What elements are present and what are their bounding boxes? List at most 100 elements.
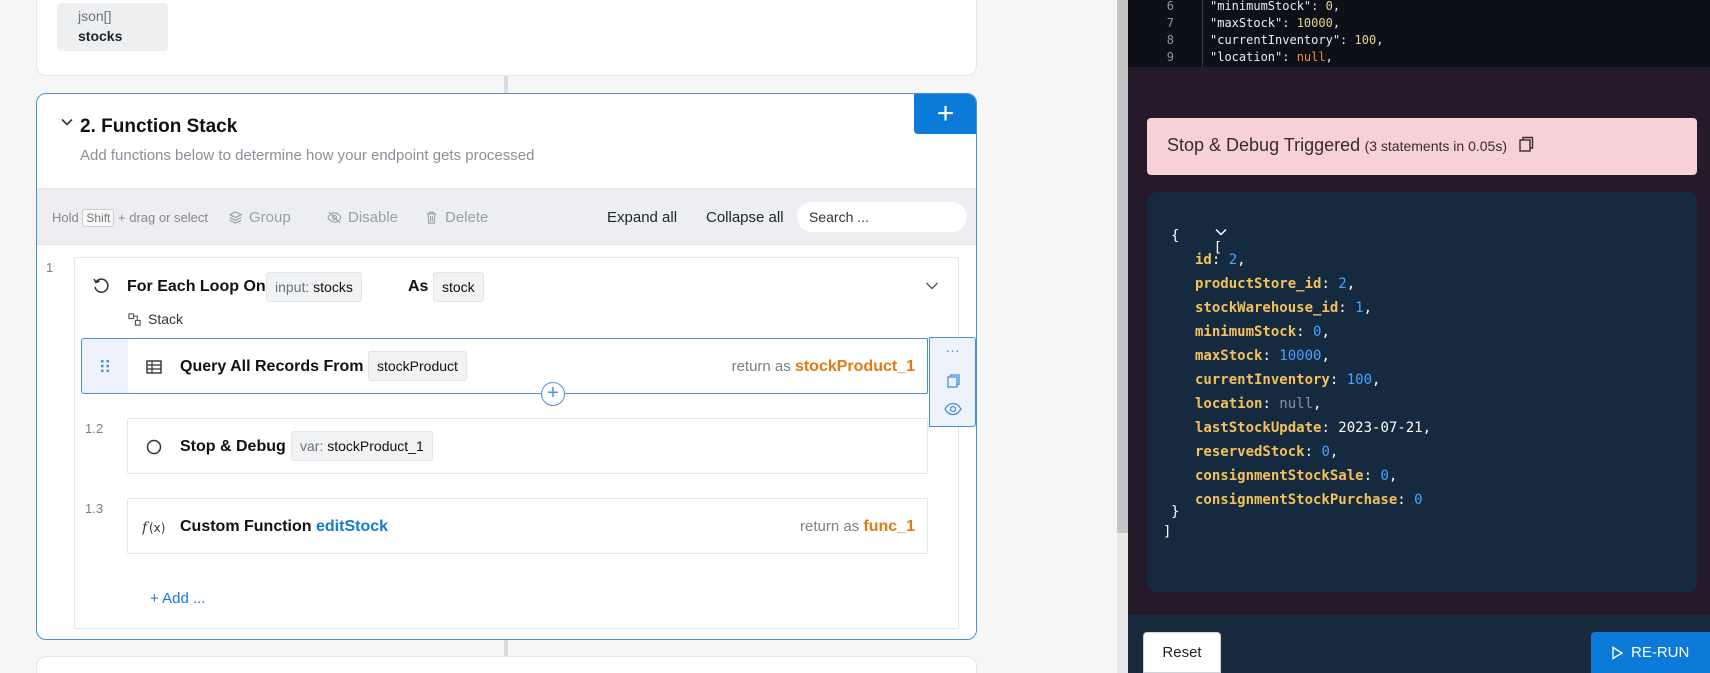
debugger-pane: 6 "minimumStock": 0, 7 "maxStock": 10000, 8 "… xyxy=(1128,0,1710,673)
json-value: 10000 xyxy=(1279,348,1322,364)
section-title: 2. Function Stack xyxy=(80,116,238,137)
step-title: Stop & Debug xyxy=(180,438,286,455)
code-text: "location": null, xyxy=(1210,50,1333,64)
loop-as-label: As xyxy=(408,278,429,295)
json-key: consignmentStockPurchase xyxy=(1195,492,1398,508)
for-each-loop-card[interactable]: For Each Loop On input: stocks As stock … xyxy=(74,257,959,629)
alert-detail: (3 statements in 0.05s) xyxy=(1364,138,1507,154)
eye-off-icon xyxy=(327,211,342,224)
code-key: "currentInventory" xyxy=(1210,33,1341,47)
loop-icon xyxy=(93,278,109,293)
group-button[interactable]: Group xyxy=(228,209,291,226)
json-key: location xyxy=(1195,396,1263,412)
drag-handle[interactable] xyxy=(81,338,128,394)
json-field: location: null, xyxy=(1195,396,1322,412)
table-icon xyxy=(146,360,162,374)
line-number: 8 xyxy=(1166,33,1174,47)
json-field: currentInventory: 100, xyxy=(1195,372,1381,388)
code-text: "minimumStock": 0, xyxy=(1210,0,1341,13)
json-value: 2023-07-21 xyxy=(1338,420,1423,436)
hint-suffix: + drag or select xyxy=(118,210,208,225)
rerun-button[interactable]: RE-RUN xyxy=(1591,632,1710,673)
chevron-down-icon[interactable] xyxy=(59,114,75,135)
more-icon[interactable]: ··· xyxy=(930,342,975,358)
code-value: 100 xyxy=(1354,33,1377,47)
json-close-bracket: ] xyxy=(1163,524,1172,540)
line-number: 7 xyxy=(1166,16,1174,30)
delete-button[interactable]: Delete xyxy=(424,209,488,226)
loop-input-chip[interactable]: input: stocks xyxy=(266,272,362,302)
insert-step-button[interactable]: + xyxy=(541,382,565,406)
json-key: id xyxy=(1195,252,1212,268)
code-preview: 6 "minimumStock": 0, 7 "maxStock": 10000, 8 "… xyxy=(1128,0,1710,67)
code-text: "currentInventory": 100, xyxy=(1210,33,1384,47)
function-link[interactable]: editStock xyxy=(316,518,388,535)
line-number: 6 xyxy=(1166,0,1174,13)
function-icon: f (x) xyxy=(142,520,165,536)
circle-icon xyxy=(146,439,162,455)
step-number: 1.2 xyxy=(85,421,104,436)
shift-key: Shift xyxy=(82,209,115,227)
return-variable[interactable]: stockProduct_1 xyxy=(795,358,915,375)
input-type: json[] xyxy=(78,8,112,24)
return-label: return as xyxy=(800,518,860,535)
code-text: "maxStock": 10000, xyxy=(1210,16,1341,30)
step-number: 1.3 xyxy=(85,501,104,516)
connector-line xyxy=(504,76,508,93)
expand-all-button[interactable]: Expand all xyxy=(607,209,677,226)
chip-prefix: var: xyxy=(300,438,324,454)
json-field: consignmentStockSale: 0, xyxy=(1195,468,1398,484)
copy-icon[interactable] xyxy=(1517,135,1535,158)
scrollbar-thumb[interactable] xyxy=(1117,0,1128,533)
loop-alias-chip[interactable]: stock xyxy=(433,272,484,302)
json-close-brace: } xyxy=(1171,504,1180,520)
code-value: null xyxy=(1296,50,1326,64)
loop-title: For Each Loop On xyxy=(127,278,266,295)
delete-label: Delete xyxy=(445,209,489,226)
collapse-all-button[interactable]: Collapse all xyxy=(706,209,784,226)
chevron-down-icon[interactable] xyxy=(924,278,940,294)
stack-icon xyxy=(128,312,141,326)
reset-button[interactable]: Reset xyxy=(1143,632,1221,673)
code-key: "location" xyxy=(1210,50,1283,64)
rerun-label: RE-RUN xyxy=(1631,644,1690,661)
response-card xyxy=(36,656,977,673)
group-label: Group xyxy=(249,209,291,226)
var-chip[interactable]: var: stockProduct_1 xyxy=(291,431,433,461)
debug-result-json: [ { id: 2, productStore_id: 2, stockWareho… xyxy=(1147,192,1697,592)
function-stack-pane: json[] stocks 2. Function Stack Add func… xyxy=(0,0,1117,673)
return-as: return as stockProduct_1 xyxy=(732,358,915,376)
json-key: currentInventory xyxy=(1195,372,1330,388)
json-value: 0 xyxy=(1380,468,1389,484)
table-chip[interactable]: stockProduct xyxy=(368,351,467,381)
json-field: lastStockUpdate: 2023-07-21, xyxy=(1195,420,1432,436)
input-chip-stocks[interactable]: json[] stocks xyxy=(57,3,168,51)
copy-icon[interactable] xyxy=(930,373,975,389)
chip-prefix: input: xyxy=(275,279,310,295)
json-open-brace: { xyxy=(1171,228,1180,244)
add-step-link[interactable]: + Add ... xyxy=(150,590,205,607)
json-value: 100 xyxy=(1346,372,1373,388)
json-key: productStore_id xyxy=(1195,276,1322,292)
custom-function-step[interactable]: f (x) Custom Function editStock return as… xyxy=(127,498,928,554)
play-icon xyxy=(1612,645,1623,660)
line-number: 9 xyxy=(1166,50,1174,64)
json-key: reservedStock xyxy=(1195,444,1305,460)
connector-line xyxy=(504,640,508,656)
svg-text:(x): (x) xyxy=(149,521,165,535)
json-value: 1 xyxy=(1355,300,1364,316)
eye-icon[interactable] xyxy=(930,402,975,416)
return-variable[interactable]: func_1 xyxy=(863,518,915,535)
json-field: stockWarehouse_id: 1, xyxy=(1195,300,1373,316)
search-input[interactable] xyxy=(797,202,967,232)
code-value: 10000 xyxy=(1296,16,1333,30)
layers-icon xyxy=(228,211,243,224)
stop-debug-step[interactable]: Stop & Debug var: stockProduct_1 xyxy=(127,418,928,474)
chevron-down-icon[interactable] xyxy=(1214,227,1228,237)
disable-label: Disable xyxy=(348,209,399,226)
json-key: maxStock xyxy=(1195,348,1263,364)
query-all-records-step[interactable]: Query All Records From stockProduct retu… xyxy=(81,338,928,406)
disable-button[interactable]: Disable xyxy=(327,209,398,226)
add-function-button[interactable]: + xyxy=(914,94,976,134)
indent-guide xyxy=(1202,0,1203,67)
